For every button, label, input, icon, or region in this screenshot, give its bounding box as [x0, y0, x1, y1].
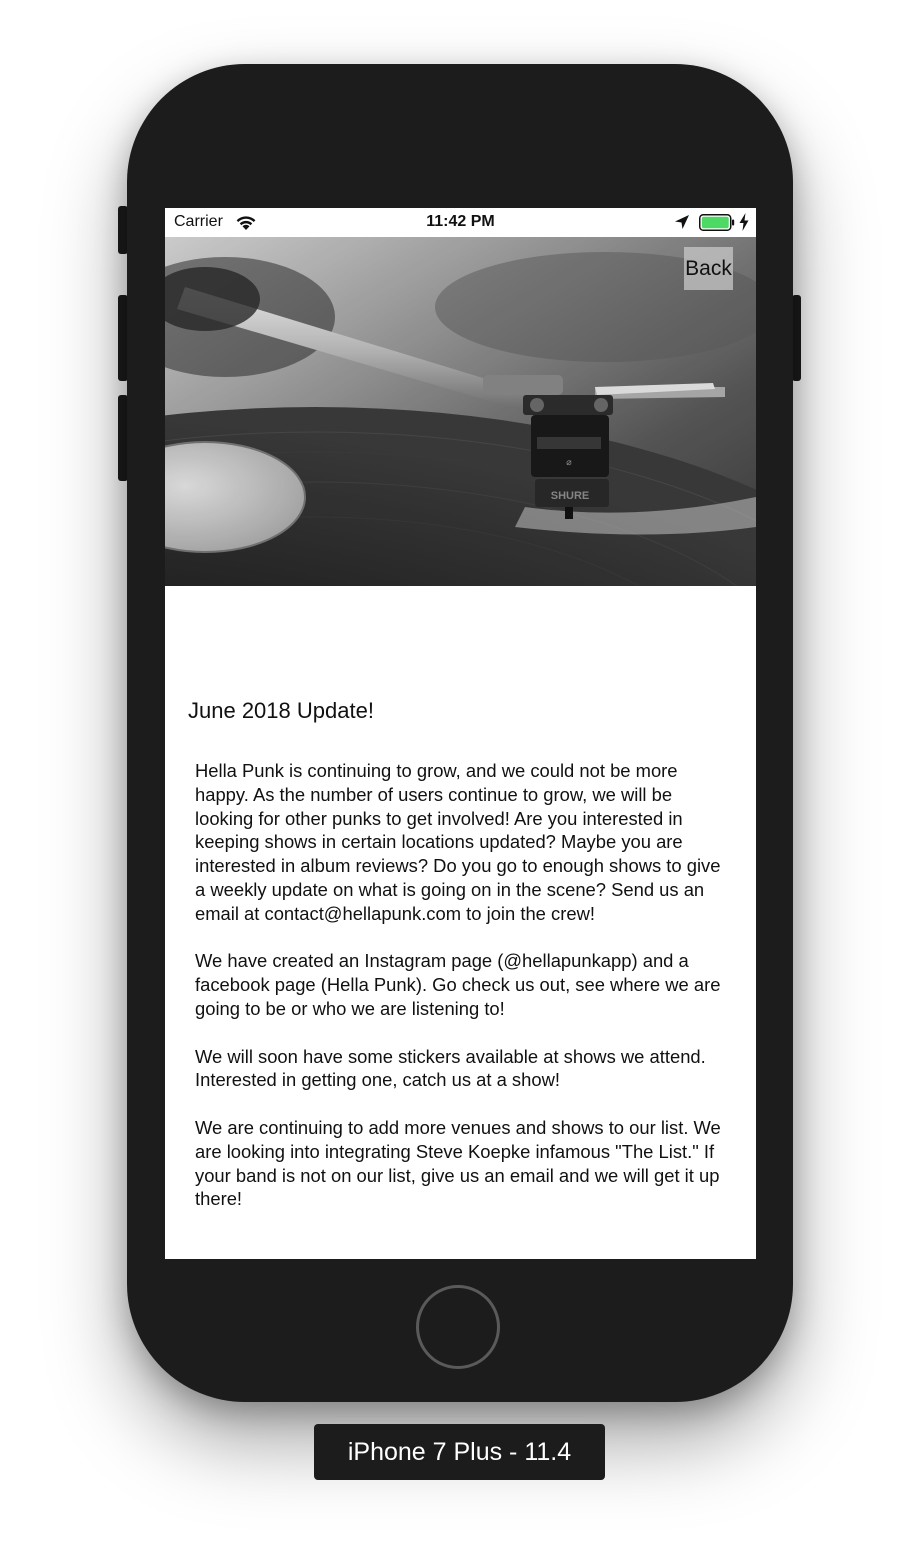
power-button: [792, 295, 801, 381]
location-arrow-icon: [675, 215, 689, 229]
post-paragraph: Hella Punk is continuing to grow, and we…: [195, 760, 721, 924]
clock-label: 11:42 PM: [426, 213, 495, 230]
simulator-stage: Carrier 11:42 PM ⌀ SHURE Back June 2018 …: [0, 0, 920, 1564]
charging-bolt-icon: [739, 213, 749, 231]
home-button[interactable]: [416, 1285, 500, 1369]
back-button[interactable]: Back: [684, 247, 733, 290]
app-screen: Carrier 11:42 PM ⌀ SHURE Back June 2018 …: [165, 208, 756, 1259]
battery-icon: [699, 214, 735, 231]
hero-image: ⌀ SHURE: [165, 237, 756, 586]
post-body-text-view[interactable]: Hella Punk is continuing to grow, and we…: [195, 759, 735, 1229]
post-paragraph: We have created an Instagram page (@hell…: [195, 950, 721, 1019]
post-paragraph: We will soon have some stickers availabl…: [195, 1045, 706, 1091]
post-paragraph: We are continuing to add more venues and…: [195, 1116, 721, 1210]
device-name-label: iPhone 7 Plus - 11.4: [314, 1424, 605, 1480]
post-title: June 2018 Update!: [188, 698, 374, 723]
status-bar: Carrier 11:42 PM: [165, 208, 756, 237]
